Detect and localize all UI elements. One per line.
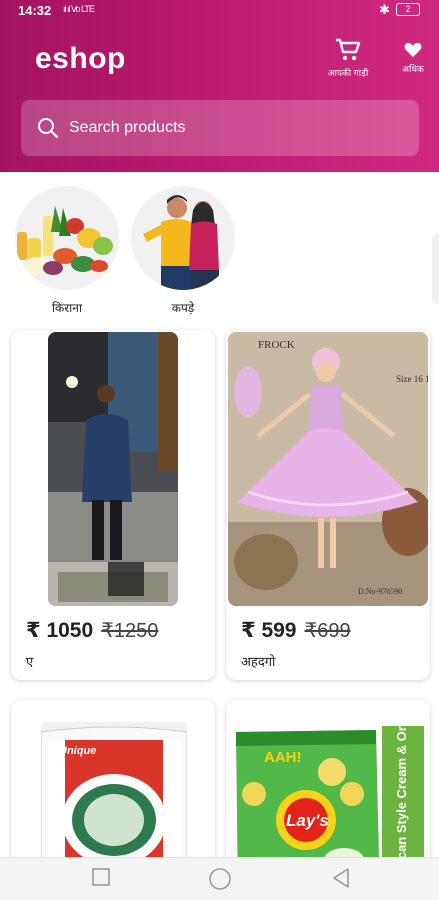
chips-tag: AAH! (264, 749, 302, 766)
category-grocery[interactable]: किराना (15, 186, 119, 316)
cart-icon (336, 38, 361, 61)
search-icon (38, 118, 59, 139)
frock-title: FROCK (258, 339, 295, 351)
product-card[interactable]: Unique (11, 700, 215, 857)
product-card[interactable]: FROCK Size 16 18 20 D.No-976590 ₹ 599 ₹6… (226, 330, 430, 680)
product-price: ₹ 1050 (26, 619, 94, 642)
product-image: AAH! Lay's American Style Cream & Onion (234, 710, 424, 857)
product-price: ₹ 599 (241, 619, 297, 642)
product-card[interactable]: ₹ 1050 ₹1250 ए (11, 330, 215, 680)
status-bar: 14:32 ıl ıl Vo LTE ✱ 2 (0, 0, 439, 24)
bluetooth-icon: ✱ (379, 2, 390, 17)
rice-brand: Unique (59, 745, 96, 757)
cart-label: आपकी गाड़ी (327, 68, 369, 78)
product-name: अहदगो (241, 654, 276, 669)
brand-logo[interactable]: eshop (35, 42, 126, 76)
product-name: ए (26, 654, 34, 669)
system-nav-bar (0, 857, 439, 900)
signal-indicator: ıl ıl Vo LTE (63, 4, 95, 14)
search-input[interactable] (69, 119, 369, 137)
product-image (48, 332, 178, 606)
price-row: ₹ 1050 ₹1250 (26, 618, 158, 643)
search-bar[interactable] (21, 100, 419, 156)
main-content[interactable]: किराना कपड़े ₹ 1050 ₹1250 ए FROCK Size 1… (0, 172, 439, 857)
category-label: कपड़े (171, 301, 195, 315)
product-image: Unique (41, 722, 187, 857)
chips-flavour: American Style Cream & Onion (394, 710, 409, 857)
cart-button[interactable]: आपकी गाड़ी (318, 38, 378, 79)
chips-brand: Lay's (286, 811, 329, 830)
more-button[interactable]: अधिक (393, 38, 433, 75)
status-time: 14:32 (18, 3, 52, 18)
category-clothes-image (131, 186, 235, 290)
category-grocery-image (15, 186, 119, 290)
category-scroll-hint (432, 234, 439, 304)
product-mrp: ₹1250 (101, 620, 159, 642)
category-clothes[interactable]: कपड़े (131, 186, 235, 316)
frock-sizes: Size 16 18 20 (396, 374, 428, 384)
recents-icon[interactable] (91, 867, 111, 887)
product-image: FROCK Size 16 18 20 D.No-976590 (228, 332, 428, 606)
app-header: 14:32 ıl ıl Vo LTE ✱ 2 eshop आपकी गाड़ी … (0, 0, 439, 172)
product-mrp: ₹699 (304, 620, 351, 642)
category-label: किराना (51, 301, 83, 315)
heart-icon (404, 42, 422, 57)
back-icon[interactable] (331, 867, 351, 889)
price-row: ₹ 599 ₹699 (241, 618, 351, 643)
battery-indicator: 2 (396, 3, 420, 16)
product-card[interactable]: AAH! Lay's American Style Cream & Onion (226, 700, 430, 857)
frock-code: D.No-976590 (358, 587, 402, 596)
more-label: अधिक (402, 64, 424, 74)
home-icon[interactable] (208, 867, 232, 891)
